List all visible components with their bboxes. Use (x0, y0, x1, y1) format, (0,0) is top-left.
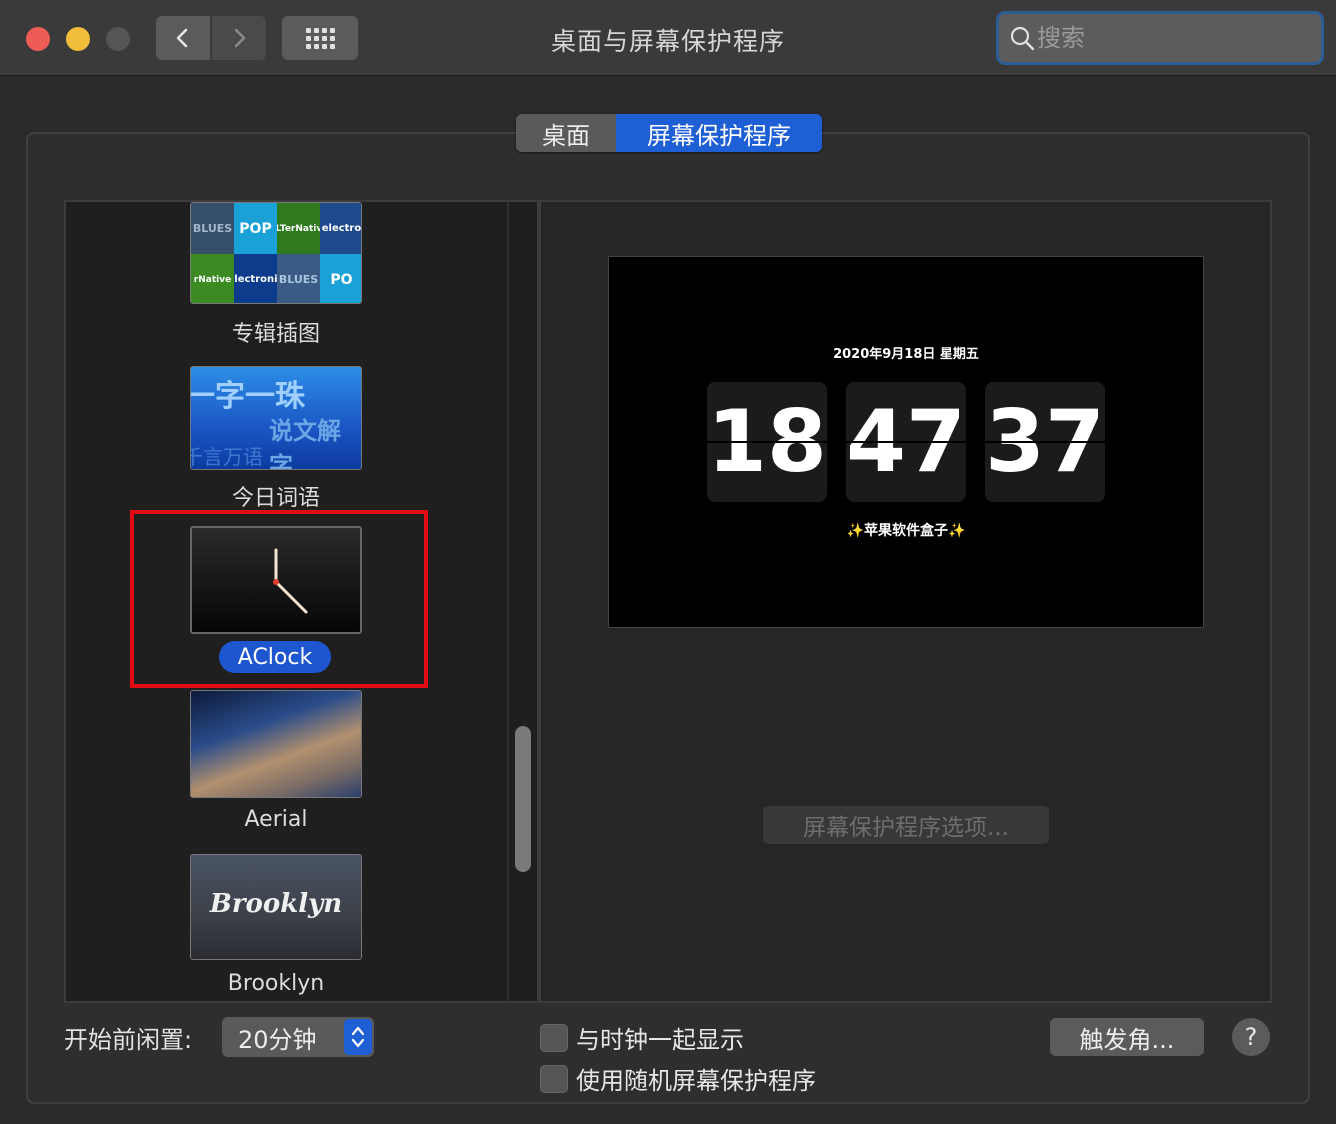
saver-label-aerial[interactable]: Aerial (66, 807, 486, 832)
album-tile: rNative (191, 254, 234, 303)
up-down-chevron-icon (351, 1026, 365, 1048)
show-with-clock-label[interactable]: 与时钟一起显示 (576, 1020, 744, 1055)
word-line-2: 说文解字 (269, 417, 341, 470)
album-tile: BLUES (277, 254, 320, 303)
random-saver-label[interactable]: 使用随机屏幕保护程序 (576, 1061, 816, 1096)
tab-screensaver[interactable]: 屏幕保护程序 (616, 114, 822, 152)
thumb-album-artwork[interactable]: BLUES POP ALTerNative electro rNative el… (190, 202, 362, 304)
search-input[interactable] (1037, 24, 1297, 52)
saver-label-brooklyn[interactable]: Brooklyn (66, 971, 486, 996)
brooklyn-logo: Brooklyn (209, 889, 343, 919)
saver-label-word[interactable]: 今日词语 (66, 480, 486, 512)
album-tile: BLUES (191, 203, 234, 254)
idle-time-value: 20分钟 (238, 1025, 317, 1054)
brand-text: 苹果软件盒子 (864, 523, 948, 539)
saver-label-aclock[interactable]: AClock (219, 641, 331, 673)
title-bar: 桌面与屏幕保护程序 (0, 0, 1336, 76)
idle-time-select[interactable]: 20分钟 (222, 1017, 374, 1057)
tab-bar: 桌面 屏幕保护程序 (516, 114, 822, 152)
sparkle-icon: ✨ (948, 523, 966, 539)
album-tile: electronic (234, 254, 277, 303)
flip-hour: 18 (707, 382, 827, 502)
thumb-brooklyn[interactable]: Brooklyn (190, 854, 362, 960)
thumb-word-of-day[interactable]: 一字一珠 说文解字 千言万语 (190, 366, 362, 470)
flip-minute: 47 (846, 382, 966, 502)
search-icon (1010, 26, 1035, 51)
list-scrollbar[interactable] (515, 726, 531, 872)
saver-label-album[interactable]: 专辑插图 (66, 316, 486, 348)
thumb-aerial[interactable] (190, 690, 362, 798)
word-line-3: 千言万语 (190, 445, 263, 469)
hot-corners-button[interactable]: 触发角... (1050, 1018, 1204, 1056)
help-button[interactable]: ? (1232, 1018, 1270, 1056)
preview-brand: ✨苹果软件盒子✨ (609, 520, 1203, 540)
album-tile: ALTerNative (277, 203, 320, 254)
show-with-clock-row[interactable]: 与时钟一起显示 (540, 1020, 744, 1055)
flip-second: 37 (985, 382, 1105, 502)
tab-desktop[interactable]: 桌面 (516, 114, 616, 152)
album-tile: PO (320, 254, 361, 303)
sparkle-icon: ✨ (846, 523, 864, 539)
random-saver-row[interactable]: 使用随机屏幕保护程序 (540, 1061, 816, 1096)
screensaver-preview: 2020年9月18日 星期五 18 47 37 ✨苹果软件盒子✨ (608, 256, 1204, 628)
word-line-1: 一字一珠 (190, 379, 305, 414)
album-tile: POP (234, 203, 277, 254)
preview-date: 2020年9月18日 星期五 (833, 347, 979, 362)
random-saver-checkbox[interactable] (540, 1064, 568, 1093)
show-with-clock-checkbox[interactable] (540, 1023, 568, 1052)
search-field[interactable] (996, 11, 1324, 65)
screensaver-options-button[interactable]: 屏幕保护程序选项... (763, 806, 1049, 844)
album-tile: electro (320, 203, 361, 254)
select-stepper[interactable] (344, 1019, 372, 1055)
idle-label: 开始前闲置: (64, 1026, 193, 1054)
list-divider (507, 202, 509, 1002)
